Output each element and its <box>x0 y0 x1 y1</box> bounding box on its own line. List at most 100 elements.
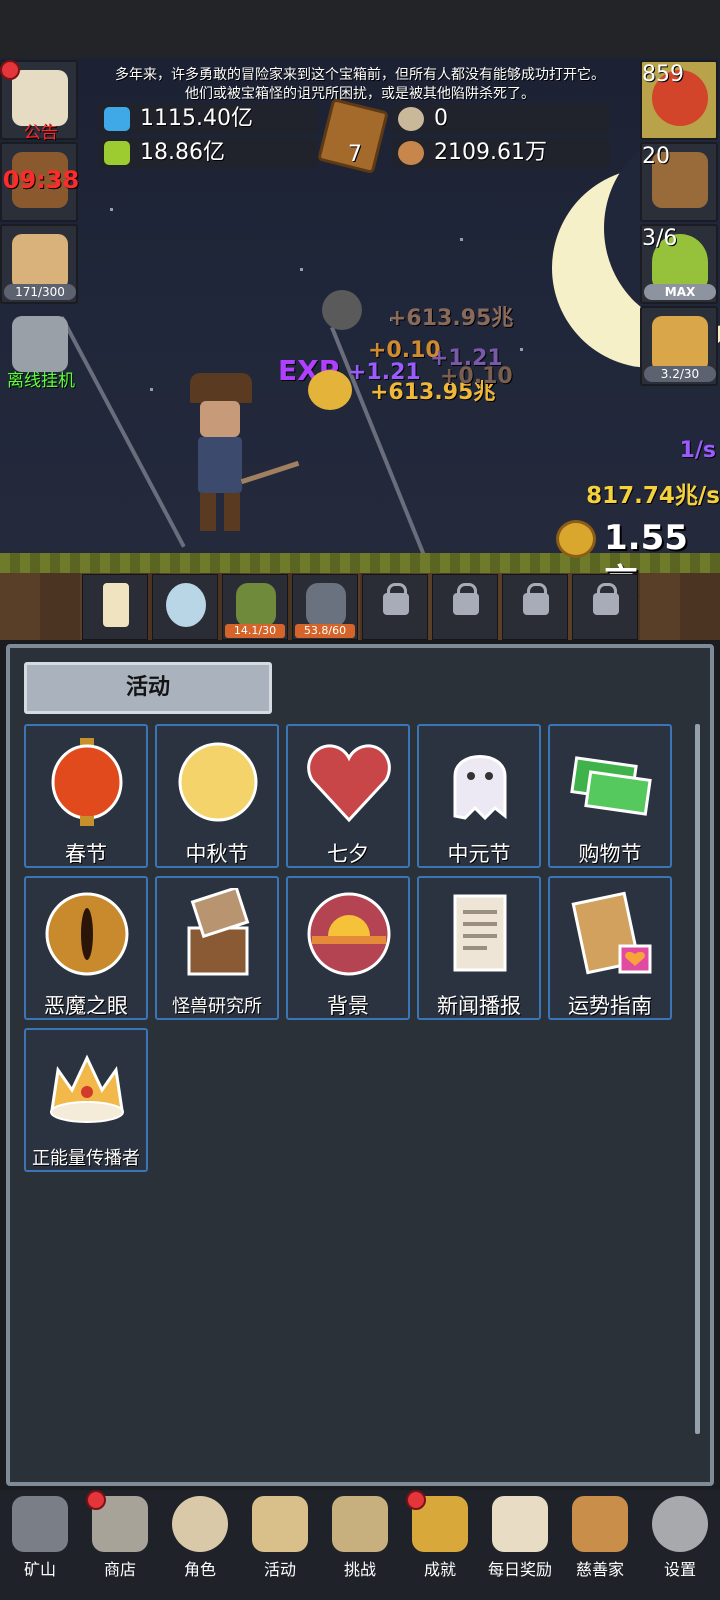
lock-icon <box>383 583 409 615</box>
scrollbar[interactable] <box>695 724 700 1434</box>
gold-coin-icon <box>556 520 596 558</box>
slot-locked[interactable] <box>432 574 498 640</box>
beer-button[interactable]: 171/300 <box>0 224 78 304</box>
star <box>110 208 113 211</box>
potion-count: 859 <box>642 62 684 87</box>
tile-spring-festival[interactable]: 春节 <box>24 724 148 868</box>
meat-value: 2109.61万 <box>434 140 547 165</box>
beer-mug-icon <box>12 234 68 290</box>
tile-label: 背景 <box>327 994 369 1018</box>
star <box>460 238 463 241</box>
egg-icon <box>166 583 206 627</box>
panel-title: 活动 <box>24 662 272 714</box>
tile-mid-autumn[interactable]: 中秋节 <box>155 724 279 868</box>
slot-zombie[interactable]: 53.8/60 <box>292 574 358 640</box>
nav-daily-reward[interactable]: 每日奖励 <box>480 1490 560 1600</box>
sword-progress-bar: 3.2/30 <box>644 366 716 382</box>
monster-lab-icon <box>187 888 250 976</box>
lock-icon <box>453 583 479 615</box>
fortune-icon <box>571 891 652 975</box>
ghost-icon <box>453 755 507 821</box>
tile-label: 春节 <box>65 842 107 866</box>
beer-progress-bar: 171/300 <box>4 284 76 300</box>
demon-eye-icon <box>45 892 129 976</box>
slot-locked[interactable] <box>502 574 568 640</box>
nav-label: 每日奖励 <box>487 1560 552 1579</box>
nav-label: 成就 <box>423 1560 456 1579</box>
tile-qixi[interactable]: 七夕 <box>286 724 410 868</box>
tile-news[interactable]: 新闻播报 <box>417 876 541 1020</box>
tile-fortune[interactable]: 运势指南 <box>548 876 672 1020</box>
gold-total: 1.55京 <box>556 516 720 602</box>
skull-icon <box>172 1496 228 1552</box>
tile-background[interactable]: 背景 <box>286 876 410 1020</box>
exp-rate: 1/s <box>679 438 716 463</box>
green-slime-icon <box>236 583 276 627</box>
slot-egg[interactable] <box>152 574 218 640</box>
story-notice: 多年来，许多勇敢的冒险家来到这个宝箱前，但所有人都没有能够成功打开它。 他们或被… <box>80 66 640 104</box>
tile-monster-lab[interactable]: 怪兽研究所 <box>155 876 279 1020</box>
letter-icon <box>492 1496 548 1552</box>
tile-label: 怪兽研究所 <box>172 996 262 1017</box>
heart-icon <box>307 744 391 823</box>
crown-icon <box>50 1054 124 1123</box>
chest-count: 20 <box>642 144 670 169</box>
nav-label: 商店 <box>103 1560 136 1579</box>
nav-activity[interactable]: 活动 <box>240 1490 320 1600</box>
nav-label: 角色 <box>183 1560 216 1579</box>
slot-locked[interactable] <box>572 574 638 640</box>
torch-timer-button[interactable]: 09:38 <box>0 142 79 222</box>
sword-button[interactable]: 3.2/30 <box>640 306 718 386</box>
stone-resource: 0 <box>392 104 610 134</box>
nav-mine[interactable]: 矿山 <box>0 1490 80 1600</box>
chest-button[interactable]: 20 <box>640 142 718 222</box>
slot-locked[interactable] <box>362 574 428 640</box>
potion-button[interactable]: 859 <box>640 60 718 140</box>
game-scene: 多年来，许多勇敢的冒险家来到这个宝箱前，但所有人都没有能够成功打开它。 他们或被… <box>0 58 720 640</box>
tile-shopping-festival[interactable]: 购物节 <box>548 724 672 868</box>
notice-button[interactable]: 公告 <box>0 60 78 143</box>
green-potion-resource: 18.86亿 <box>98 138 318 168</box>
notification-dot <box>0 60 20 80</box>
nav-label: 矿山 <box>23 1560 56 1579</box>
offline-idle-button[interactable]: 离线挂机 <box>0 306 78 391</box>
tile-label: 正能量传播者 <box>32 1148 140 1169</box>
nav-challenge[interactable]: 挑战 <box>320 1490 400 1600</box>
map-icon <box>332 1496 388 1552</box>
moon-icon <box>178 742 258 822</box>
sunset-icon <box>307 892 391 976</box>
slime-button[interactable]: 3/6 MAX <box>640 224 718 304</box>
candle-icon <box>103 583 129 627</box>
resource-panel: 1115.40亿 18.86亿 7 0 2109.61万 <box>92 97 624 175</box>
nav-philanthropist[interactable]: 慈善家 <box>560 1490 640 1600</box>
bottom-nav: 矿山 商店 角色 活动 挑战 成就 每日奖励 慈善家 设置 <box>0 1490 720 1600</box>
offline-label: 离线挂机 <box>7 371 75 391</box>
nav-settings[interactable]: 设置 <box>640 1490 720 1600</box>
nav-label: 活动 <box>263 1560 296 1579</box>
star <box>150 388 153 391</box>
tile-positive-energy[interactable]: 正能量传播者 <box>24 1028 148 1172</box>
notice-line-1: 多年来，许多勇敢的冒险家来到这个宝箱前，但所有人都没有能够成功打开它。 <box>115 67 605 83</box>
slime-max-bar: MAX <box>644 284 716 300</box>
nav-character[interactable]: 角色 <box>160 1490 240 1600</box>
bread-icon <box>572 1496 628 1552</box>
green-potion-icon <box>104 141 130 165</box>
tile-demon-eye[interactable]: 恶魔之眼 <box>24 876 148 1020</box>
nav-achievement[interactable]: 成就 <box>400 1490 480 1600</box>
stone-drop-icon <box>322 290 362 330</box>
shovel-icon <box>308 370 352 410</box>
zombie-icon <box>306 583 346 627</box>
gear-icon <box>652 1496 708 1552</box>
scroll-icon <box>252 1496 308 1552</box>
slime-count: 3/6 <box>642 226 678 251</box>
star <box>300 268 303 271</box>
tile-zhongyuan[interactable]: 中元节 <box>417 724 541 868</box>
tile-label: 中元节 <box>447 842 511 866</box>
slot-candle[interactable] <box>82 574 148 640</box>
slot-green-slime[interactable]: 14.1/30 <box>222 574 288 640</box>
book-count: 7 <box>348 142 362 167</box>
slot-progress: 53.8/60 <box>295 624 355 638</box>
meat-resource: 2109.61万 <box>392 138 610 168</box>
nav-shop[interactable]: 商店 <box>80 1490 160 1600</box>
key-tool-icon <box>12 316 68 372</box>
